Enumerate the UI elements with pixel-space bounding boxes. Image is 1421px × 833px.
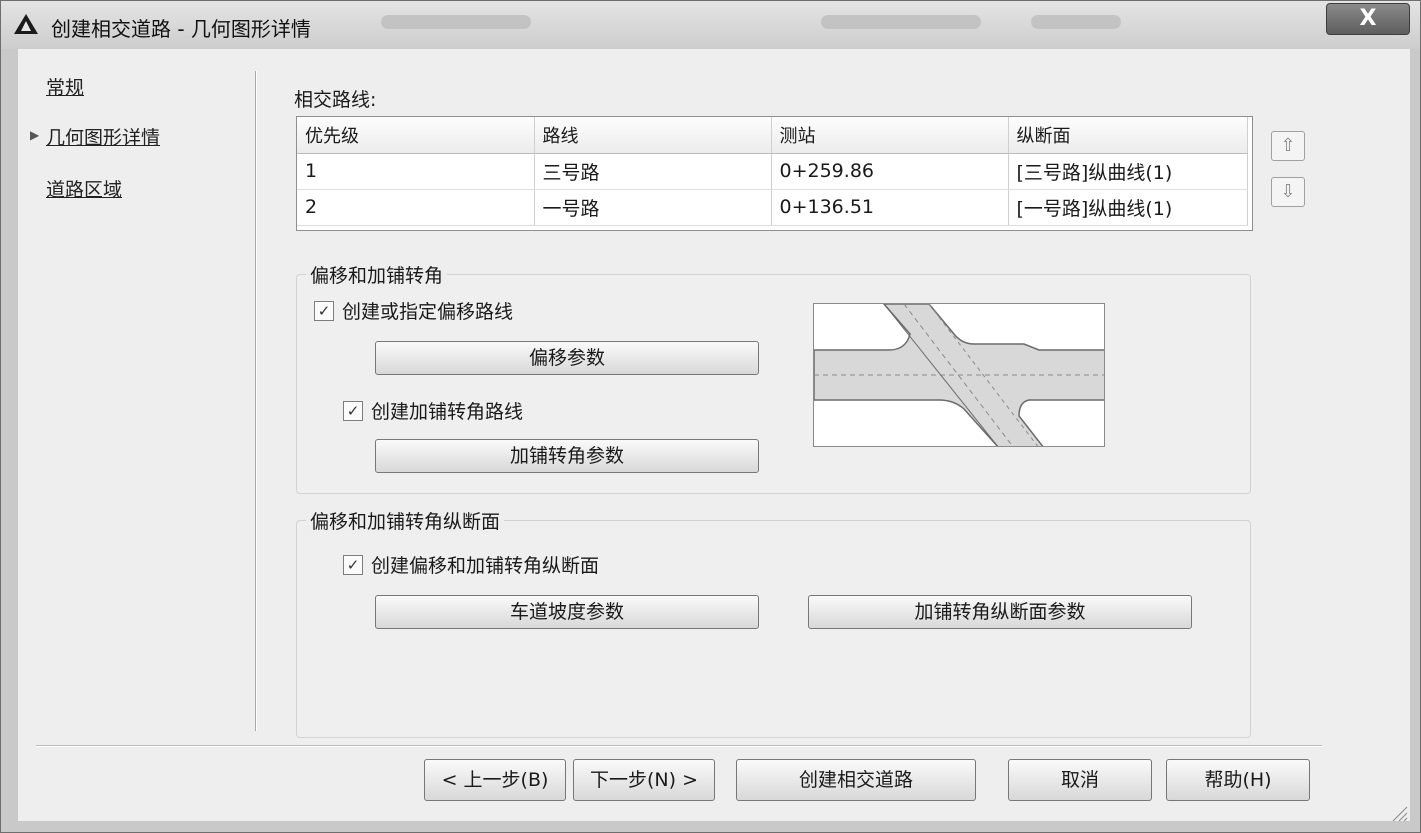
- arrow-down-icon: ⇩: [1280, 181, 1296, 202]
- move-up-button[interactable]: ⇧: [1271, 131, 1305, 161]
- close-button[interactable]: X: [1326, 3, 1410, 35]
- nav-item-general[interactable]: 常规: [46, 73, 84, 100]
- curb-return-profile-params-button[interactable]: 加铺转角纵断面参数: [808, 595, 1192, 629]
- next-button[interactable]: 下一步(N) >: [573, 759, 715, 801]
- resize-grip-icon[interactable]: [1389, 803, 1409, 823]
- dialog-window: 创建相交道路 - 几何图形详情 X 常规 ▶ 几何图形详情 道路区域 相交路线:…: [0, 0, 1421, 833]
- title-bar[interactable]: 创建相交道路 - 几何图形详情 X: [1, 1, 1420, 49]
- app-logo-icon: [14, 14, 38, 34]
- create-profiles-checkbox[interactable]: ✓ 创建偏移和加铺转角纵断面: [343, 551, 599, 578]
- cell-profile[interactable]: [三号路]纵曲线(1): [1008, 153, 1248, 190]
- arrow-up-icon: ⇧: [1280, 135, 1296, 156]
- create-offset-checkbox[interactable]: ✓ 创建或指定偏移路线: [314, 297, 513, 324]
- create-intersection-button[interactable]: 创建相交道路: [736, 759, 976, 801]
- title-bar-blur: [1031, 15, 1121, 29]
- move-down-button[interactable]: ⇩: [1271, 177, 1305, 207]
- curb-return-params-button[interactable]: 加铺转角参数: [375, 439, 759, 473]
- offset-params-button[interactable]: 偏移参数: [375, 341, 759, 375]
- cell-profile[interactable]: [一号路]纵曲线(1): [1008, 189, 1248, 226]
- cell-priority[interactable]: 2: [297, 189, 535, 226]
- title-bar-blur: [821, 15, 981, 29]
- column-header-profile[interactable]: 纵断面: [1008, 117, 1248, 154]
- lane-slope-params-button[interactable]: 车道坡度参数: [375, 595, 759, 629]
- checkbox-checked-icon: ✓: [343, 400, 363, 421]
- footer-divider: [36, 745, 1322, 747]
- nav-item-geometry-details[interactable]: 几何图形详情: [46, 123, 160, 150]
- cell-priority[interactable]: 1: [297, 153, 535, 190]
- cancel-button[interactable]: 取消: [1008, 759, 1152, 801]
- dialog-client-area: 常规 ▶ 几何图形详情 道路区域 相交路线: 优先级 路线 测站 纵断面 1 三…: [18, 49, 1410, 821]
- column-header-alignment[interactable]: 路线: [534, 117, 772, 154]
- cell-alignment[interactable]: 一号路: [534, 189, 772, 226]
- window-title: 创建相交道路 - 几何图形详情: [51, 17, 311, 41]
- table-row[interactable]: 2 一号路 0+136.51 [一号路]纵曲线(1): [297, 189, 1248, 226]
- column-header-priority[interactable]: 优先级: [297, 117, 535, 154]
- title-bar-blur: [381, 15, 531, 29]
- offset-group-title: 偏移和加铺转角: [306, 261, 448, 288]
- create-profiles-label: 创建偏移和加铺转角纵断面: [371, 555, 600, 577]
- checkbox-checked-icon: ✓: [343, 554, 363, 575]
- cell-station[interactable]: 0+259.86: [771, 153, 1009, 190]
- intersection-preview-image: [813, 303, 1105, 447]
- profile-group-title: 偏移和加铺转角纵断面: [306, 507, 505, 534]
- sidebar-divider: [255, 71, 257, 731]
- help-button[interactable]: 帮助(H): [1166, 759, 1310, 801]
- checkbox-checked-icon: ✓: [314, 300, 334, 321]
- table-row[interactable]: 1 三号路 0+259.86 [三号路]纵曲线(1): [297, 153, 1248, 190]
- column-header-station[interactable]: 测站: [771, 117, 1009, 154]
- cell-alignment[interactable]: 三号路: [534, 153, 772, 190]
- alignments-table[interactable]: 优先级 路线 测站 纵断面 1 三号路 0+259.86 [三号路]纵曲线(1)…: [296, 116, 1253, 231]
- current-page-arrow-icon: ▶: [30, 128, 40, 142]
- back-button[interactable]: < 上一步(B): [424, 759, 566, 801]
- create-curb-return-label: 创建加铺转角路线: [371, 401, 524, 423]
- create-curb-return-checkbox[interactable]: ✓ 创建加铺转角路线: [343, 397, 523, 424]
- intersection-diagram: [814, 304, 1104, 446]
- intersecting-alignments-label: 相交路线:: [294, 89, 377, 111]
- create-offset-label: 创建或指定偏移路线: [342, 301, 514, 323]
- table-header-row: 优先级 路线 测站 纵断面: [297, 117, 1248, 154]
- nav-item-corridor-regions[interactable]: 道路区域: [46, 175, 122, 202]
- cell-station[interactable]: 0+136.51: [771, 189, 1009, 226]
